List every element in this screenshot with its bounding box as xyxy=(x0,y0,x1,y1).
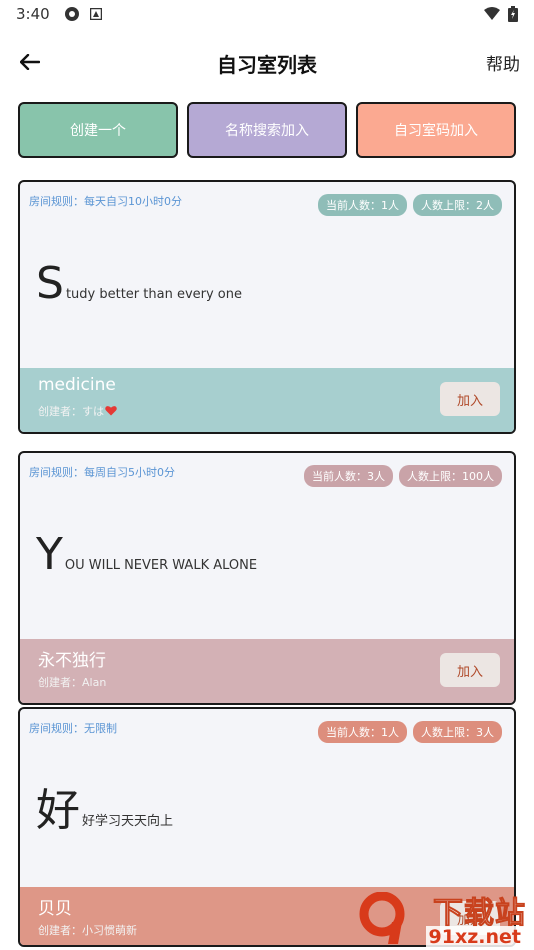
room-creator: 创建者：小习惯萌新 xyxy=(38,924,137,937)
room-rule: 房间规则：无限制 xyxy=(29,722,117,735)
room-name: 永不独行 xyxy=(38,651,106,671)
room-card[interactable]: 房间规则：每天自习10小时0分 当前人数：1人 人数上限：2人 S tudy b… xyxy=(18,180,516,434)
room-name: 贝贝 xyxy=(38,899,72,919)
slogan-text: tudy better than every one xyxy=(65,287,242,302)
heart-icon xyxy=(105,406,117,416)
watermark: 下载站 91xz.net xyxy=(352,886,530,948)
current-count-badge: 当前人数：3人 xyxy=(304,465,393,487)
help-button[interactable]: 帮助 xyxy=(486,50,520,75)
create-room-button[interactable]: 创建一个 xyxy=(18,102,178,158)
current-count-badge: 当前人数：1人 xyxy=(318,194,407,216)
room-name: medicine xyxy=(38,375,116,395)
search-join-button[interactable]: 名称搜索加入 xyxy=(187,102,347,158)
current-count-badge: 当前人数：1人 xyxy=(318,721,407,743)
status-time: 3:40 xyxy=(16,5,50,23)
action-row: 创建一个 名称搜索加入 自习室码加入 xyxy=(18,102,516,158)
page-title: 自习室列表 xyxy=(217,53,317,77)
code-join-button[interactable]: 自习室码加入 xyxy=(356,102,516,158)
watermark-logo-icon xyxy=(359,892,405,944)
card-footer: medicine 创建者：すは 加入 xyxy=(20,368,514,432)
status-bar: 3:40 xyxy=(0,0,534,28)
limit-badge: 人数上限：2人 xyxy=(413,194,502,216)
room-slogan: 好 好学习天天向上 xyxy=(36,789,173,833)
room-rule: 房间规则：每天自习10小时0分 xyxy=(29,195,182,208)
room-creator: 创建者：Alan xyxy=(38,676,107,689)
limit-badge: 人数上限：100人 xyxy=(399,465,502,487)
room-creator: 创建者：すは xyxy=(38,403,117,419)
watermark-url: 91xz.net xyxy=(425,926,524,948)
card-footer: 永不独行 创建者：Alan 加入 xyxy=(20,639,514,703)
sync-icon xyxy=(64,7,79,21)
limit-badge: 人数上限：3人 xyxy=(413,721,502,743)
slogan-text: OU WILL NEVER WALK ALONE xyxy=(64,558,258,573)
join-button[interactable]: 加入 xyxy=(440,653,500,687)
slogan-initial: Y xyxy=(36,529,63,580)
room-card[interactable]: 房间规则：每周自习5小时0分 当前人数：3人 人数上限：100人 Y OU WI… xyxy=(18,451,516,705)
room-slogan: S tudy better than every one xyxy=(36,262,242,306)
app-notification-icon xyxy=(89,8,102,20)
slogan-initial: S xyxy=(36,258,64,309)
slogan-initial: 好 xyxy=(36,785,80,836)
battery-icon xyxy=(508,6,518,22)
app-bar: 自习室列表 帮助 xyxy=(0,40,534,84)
join-button[interactable]: 加入 xyxy=(440,382,500,416)
room-rule: 房间规则：每周自习5小时0分 xyxy=(29,466,175,479)
slogan-text: 好学习天天向上 xyxy=(82,814,174,829)
wifi-icon xyxy=(484,7,500,20)
room-slogan: Y OU WILL NEVER WALK ALONE xyxy=(36,533,257,577)
